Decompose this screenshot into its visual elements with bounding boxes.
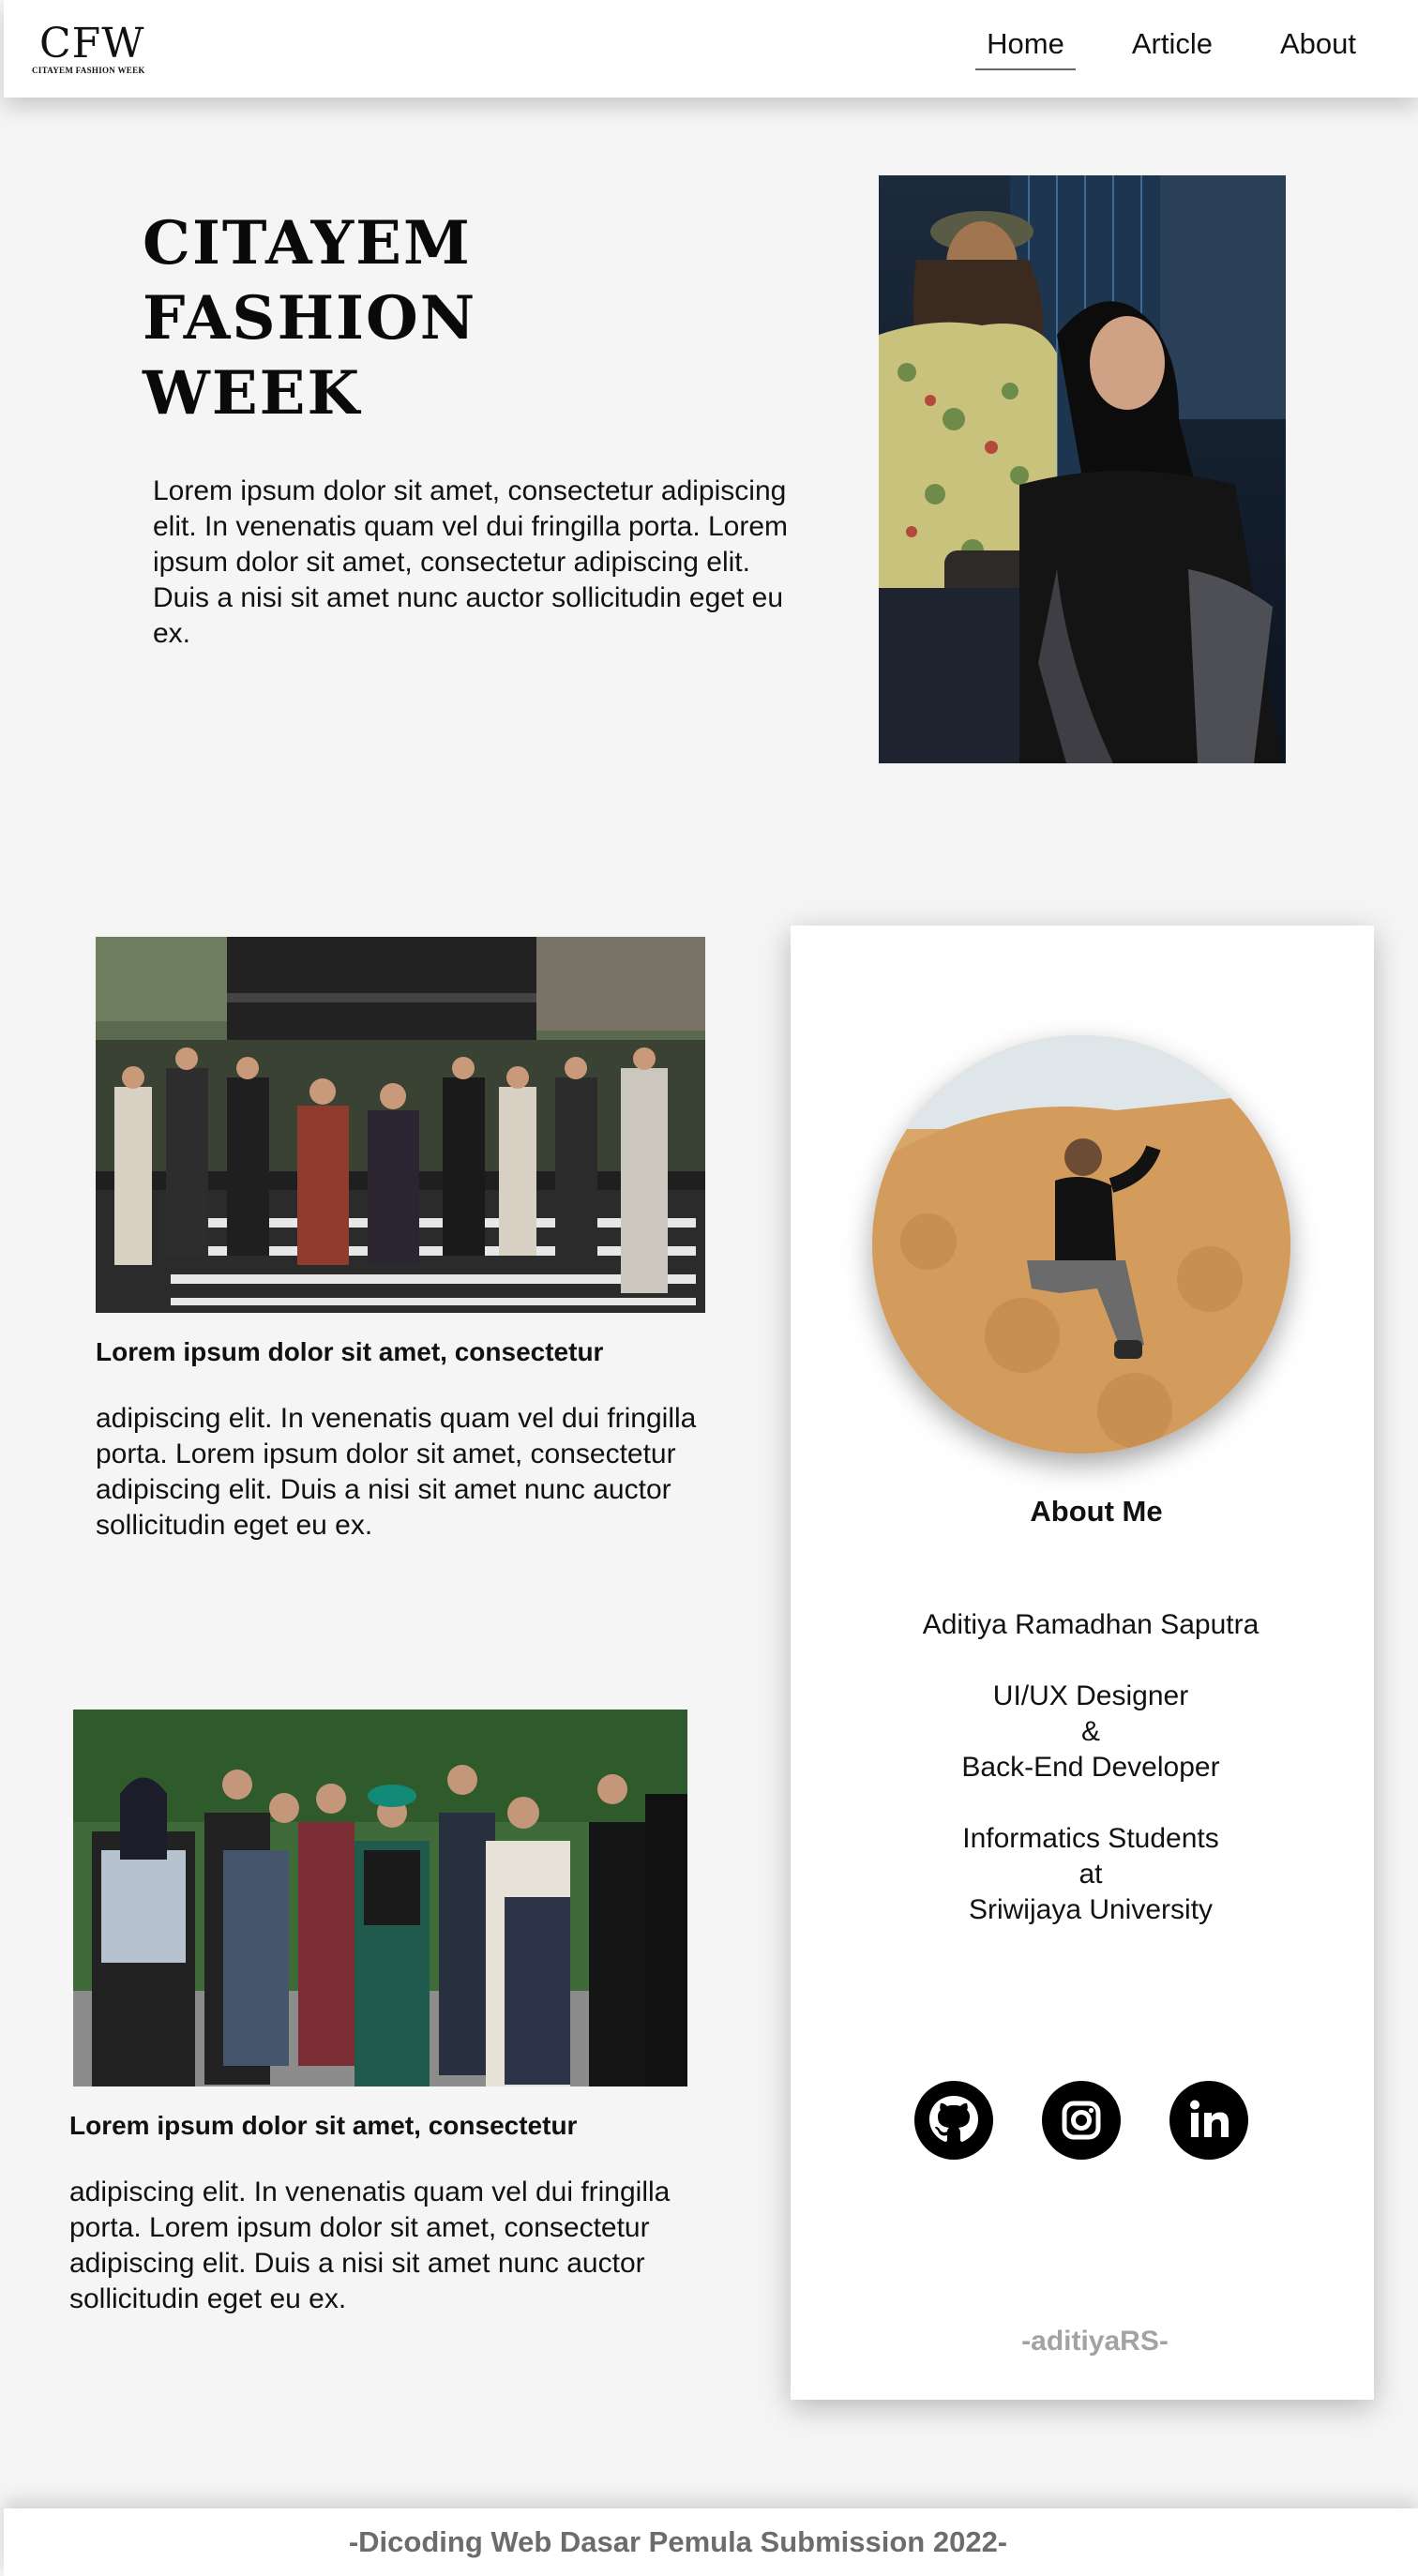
profile-education-line: Informatics Students	[962, 1823, 1219, 1854]
profile-role-line: UI/UX Designer	[992, 1680, 1189, 1711]
about-me-title: About Me	[1030, 1495, 1163, 1528]
article-card: Lorem ipsum dolor sit amet, consectetur …	[96, 937, 733, 1544]
linkedin-icon[interactable]	[1169, 2081, 1248, 2160]
profile-education-line: Sriwijaya University	[968, 1894, 1214, 1925]
nav-article-link[interactable]: Article	[1132, 27, 1213, 70]
article-paragraph: adipiscing elit. In venenatis quam vel d…	[96, 1403, 697, 1541]
main-nav: Home Article About	[975, 27, 1356, 70]
profile-name: Aditiya Ramadhan Saputra	[884, 1607, 1297, 1643]
site-header: CFW CITAYEM FASHION WEEK Home Article Ab…	[4, 0, 1418, 98]
profile-roles: UI/UX Designer & Back-End Developer	[884, 1679, 1297, 1785]
profile-education-line: at	[1079, 1859, 1103, 1890]
site-logo[interactable]: CFW CITAYEM FASHION WEEK	[32, 23, 145, 75]
profile-card: About Me Aditiya Ramadhan Saputra UI/UX …	[791, 926, 1374, 2400]
article-paragraph: adipiscing elit. In venenatis quam vel d…	[69, 2177, 671, 2314]
hero-title: CITAYEM FASHION WEEK	[143, 206, 518, 431]
article-image	[73, 1710, 687, 2086]
hero-paragraph: Lorem ipsum dolor sit amet, consectetur …	[153, 475, 789, 649]
profile-name-text: Aditiya Ramadhan Saputra	[922, 1609, 1260, 1640]
nav-home-link[interactable]: Home	[975, 27, 1076, 70]
article-card: Lorem ipsum dolor sit amet, consectetur …	[69, 1710, 726, 2317]
hero-title-line: CITAYEM	[143, 208, 472, 279]
profile-avatar	[872, 1035, 1290, 1454]
github-icon[interactable]	[914, 2081, 993, 2160]
logo-mark: CFW	[39, 19, 145, 68]
profile-role-line: Back-End Developer	[961, 1752, 1220, 1783]
profile-handle: -aditiyaRS-	[1021, 2326, 1169, 2357]
site-footer: -Dicoding Web Dasar Pemula Submission 20…	[4, 2508, 1418, 2576]
article-heading: Lorem ipsum dolor sit amet, consectetur	[69, 2111, 578, 2140]
profile-education: Informatics Students at Sriwijaya Univer…	[884, 1821, 1297, 1928]
article-image	[96, 937, 705, 1313]
profile-role-line: &	[1080, 1716, 1100, 1747]
hero-photo	[879, 175, 1286, 763]
instagram-icon[interactable]	[1042, 2081, 1121, 2160]
nav-about-link[interactable]: About	[1280, 27, 1356, 70]
social-links	[914, 2081, 1248, 2160]
logo-subtitle: CITAYEM FASHION WEEK	[32, 65, 145, 75]
footer-text: -Dicoding Web Dasar Pemula Submission 20…	[348, 2525, 1008, 2558]
hero-title-line: WEEK	[143, 358, 362, 429]
hero-title-line: FASHION	[143, 283, 477, 354]
article-heading: Lorem ipsum dolor sit amet, consectetur	[96, 1337, 604, 1366]
